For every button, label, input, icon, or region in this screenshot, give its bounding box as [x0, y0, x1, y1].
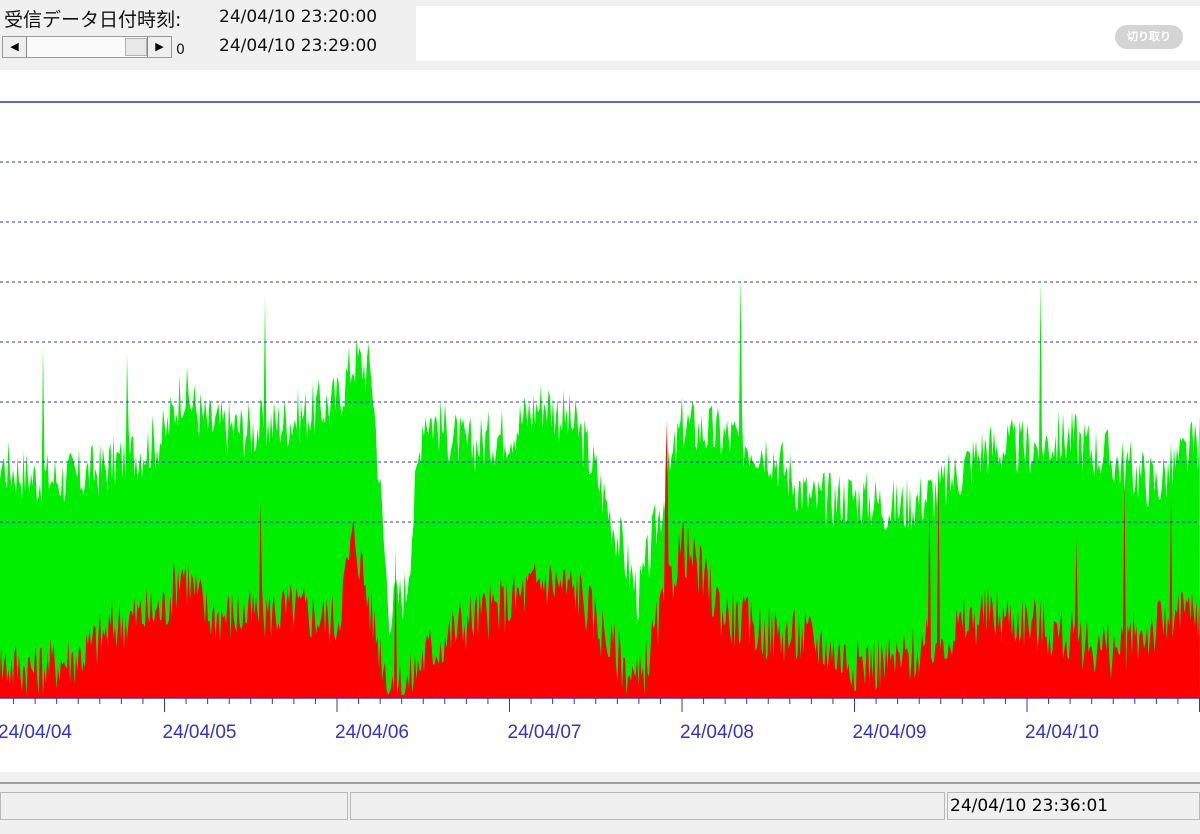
status-pane-middle — [350, 792, 945, 820]
time-scrollbar[interactable]: ◀ ▶ — [2, 36, 172, 58]
x-tick-label: 24/04/07 — [508, 722, 582, 743]
header-bar: 受信データ日付時刻: 24/04/10 23:20:00 24/04/10 23… — [0, 0, 1200, 70]
x-tick-label: 24/04/09 — [853, 722, 927, 743]
x-tick-label: 24/04/08 — [680, 722, 754, 743]
status-bar: 24/04/10 23:36:01 — [0, 782, 1200, 834]
status-timestamp: 24/04/10 23:36:01 — [950, 796, 1109, 816]
scroll-value: 0 — [176, 42, 185, 58]
scroll-thumb[interactable] — [125, 38, 147, 56]
x-tick-label: 24/04/04 — [0, 722, 72, 743]
info-panel — [416, 6, 1200, 61]
x-tick-label: 24/04/05 — [163, 722, 237, 743]
received-datetime-label: 受信データ日付時刻: — [4, 9, 182, 31]
scroll-left-arrow-icon[interactable]: ◀ — [3, 37, 27, 57]
status-pane-left — [0, 792, 348, 820]
traffic-area-chart: 24/04/04 24/04/05 24/04/06 24/04/07 24/04/08… — [0, 101, 1200, 743]
x-tick-label: 24/04/10 — [1025, 722, 1099, 743]
cut-button[interactable]: 切り取り — [1115, 25, 1183, 49]
end-time: 24/04/10 23:29:00 — [219, 36, 378, 56]
chart-area: 24/04/04 24/04/05 24/04/06 24/04/07 24/04/08… — [0, 70, 1200, 772]
scroll-right-arrow-icon[interactable]: ▶ — [147, 37, 171, 57]
x-tick-label: 24/04/06 — [335, 722, 409, 743]
start-time: 24/04/10 23:20:00 — [219, 7, 378, 27]
